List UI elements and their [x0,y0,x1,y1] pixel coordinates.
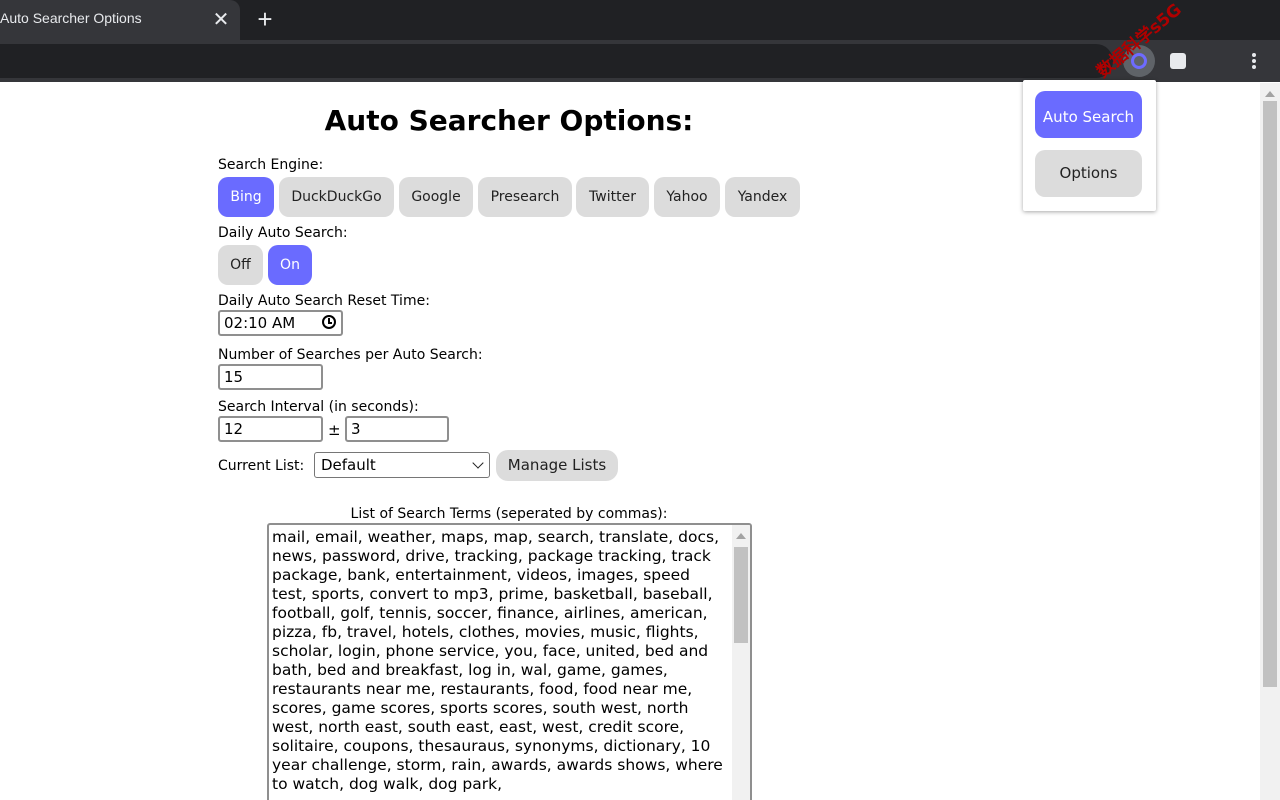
num-searches-input[interactable]: 15 [218,364,323,390]
reset-time-value: 02:10 AM [224,314,296,332]
daily-auto-search-label: Daily Auto Search: [218,225,348,241]
search-terms-textarea[interactable]: mail, email, weather, maps, map, search,… [267,523,752,800]
popup-options-button[interactable]: Options [1035,150,1142,197]
tab-auto-searcher-options[interactable]: Auto Searcher Options ✕ [0,0,240,40]
search-terms-label: List of Search Terms (seperated by comma… [350,506,668,522]
current-list-label: Current List: [218,458,305,474]
reset-time-label: Daily Auto Search Reset Time: [218,293,430,309]
engine-twitter-button[interactable]: Twitter [576,177,649,217]
daily-on-button[interactable]: On [268,245,312,285]
page-title: Auto Searcher Options: [324,104,694,137]
tab-strip: Auto Searcher Options ✕ + [0,0,1280,40]
puzzle-icon [1170,53,1186,69]
manage-lists-button[interactable]: Manage Lists [496,450,618,481]
num-searches-label: Number of Searches per Auto Search: [218,347,483,363]
current-list-value: Default [321,456,376,474]
close-tab-icon[interactable]: ✕ [210,8,232,30]
chevron-down-icon [472,457,484,469]
search-terms-text: mail, email, weather, maps, map, search,… [272,528,728,793]
page-scroll-thumb[interactable] [1263,101,1277,687]
new-tab-icon[interactable]: + [252,6,278,32]
engine-presearch-button[interactable]: Presearch [478,177,572,217]
browser-menu-icon[interactable] [1240,45,1268,77]
extension-popup: Auto Search Options [1023,80,1156,211]
search-interval-label: Search Interval (in seconds): [218,399,419,415]
textarea-scrollbar[interactable] [732,525,750,800]
browser-toolbar [0,40,1280,82]
current-list-select[interactable]: Default [314,452,490,478]
plus-minus-symbol: ± [328,421,341,439]
engine-yahoo-button[interactable]: Yahoo [654,177,720,217]
search-interval-input[interactable]: 12 [218,416,323,442]
search-interval-variance-input[interactable]: 3 [345,416,449,442]
engine-yandex-button[interactable]: Yandex [725,177,800,217]
engine-duckduckgo-button[interactable]: DuckDuckGo [279,177,394,217]
extensions-puzzle-icon[interactable] [1162,45,1194,77]
textarea-scroll-thumb[interactable] [734,547,748,643]
page-scrollbar[interactable] [1260,83,1280,800]
scroll-up-icon[interactable] [736,533,746,539]
address-bar[interactable] [0,44,1113,78]
reset-time-input[interactable]: 02:10 AM [218,310,343,336]
tab-title: Auto Searcher Options [0,10,142,26]
clock-icon[interactable] [322,315,336,329]
search-engine-label: Search Engine: [218,157,324,173]
daily-off-button[interactable]: Off [218,245,263,285]
page-scroll-up-icon[interactable] [1260,87,1280,101]
engine-bing-button[interactable]: Bing [218,177,274,217]
engine-google-button[interactable]: Google [399,177,473,217]
popup-auto-search-button[interactable]: Auto Search [1035,91,1142,138]
